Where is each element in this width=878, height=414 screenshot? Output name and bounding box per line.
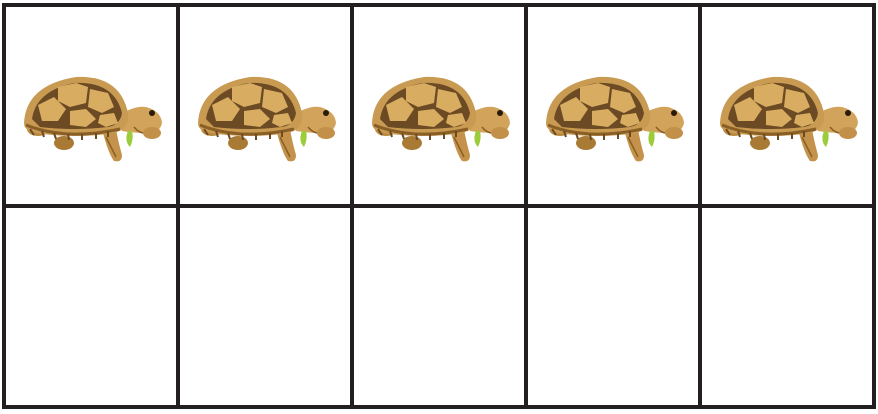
ten-frame-cell-filled [528, 7, 698, 204]
ten-frame-cell-empty [528, 208, 698, 405]
ten-frame-cell-empty [702, 208, 872, 405]
tortoise-icon [16, 7, 166, 171]
tortoise-icon [712, 7, 862, 171]
ten-frame-cell-filled [180, 7, 350, 204]
ten-frame-cell-empty [180, 208, 350, 405]
tortoise-icon [538, 7, 688, 171]
ten-frame-cell-filled [702, 7, 872, 204]
tortoise-icon [190, 7, 340, 171]
tortoise-icon [364, 7, 514, 171]
ten-frame [2, 3, 876, 409]
ten-frame-cell-filled [6, 7, 176, 204]
ten-frame-cell-filled [354, 7, 524, 204]
ten-frame-grid [2, 3, 876, 409]
ten-frame-cell-empty [354, 208, 524, 405]
ten-frame-cell-empty [6, 208, 176, 405]
